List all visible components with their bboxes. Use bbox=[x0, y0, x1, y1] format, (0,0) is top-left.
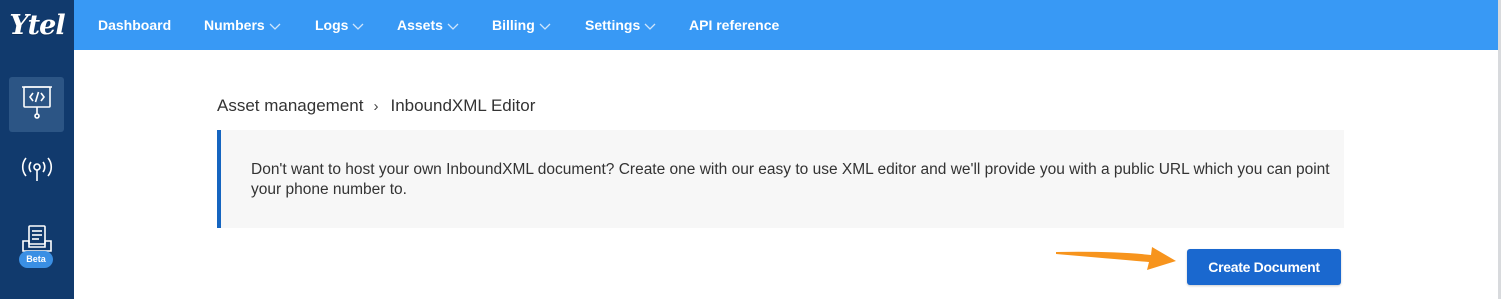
chevron-down-icon bbox=[352, 18, 364, 34]
broadcast-icon bbox=[20, 153, 54, 192]
nav-assets-label: Assets bbox=[397, 17, 443, 33]
breadcrumb: Asset management › InboundXML Editor bbox=[217, 96, 535, 116]
arrow-pointer-icon bbox=[1056, 247, 1176, 270]
chevron-down-icon bbox=[539, 18, 551, 34]
breadcrumb-parent[interactable]: Asset management bbox=[217, 96, 363, 116]
nav-assets[interactable]: Assets bbox=[397, 0, 459, 50]
nav-api-reference[interactable]: API reference bbox=[689, 0, 779, 50]
nav-dashboard[interactable]: Dashboard bbox=[98, 0, 171, 50]
nav-dashboard-label: Dashboard bbox=[98, 17, 172, 33]
breadcrumb-current: InboundXML Editor bbox=[390, 96, 536, 115]
create-document-button[interactable]: Create Document bbox=[1187, 249, 1341, 285]
main-content: Asset management › InboundXML Editor Don… bbox=[74, 50, 1498, 299]
sidebar-item-inboundxml[interactable] bbox=[9, 77, 64, 132]
nav-settings[interactable]: Settings bbox=[585, 0, 656, 50]
chevron-down-icon bbox=[269, 18, 281, 34]
info-text: Don't want to host your own InboundXML d… bbox=[251, 161, 1330, 198]
top-navigation: Dashboard Numbers Logs Assets Billing Se… bbox=[74, 0, 1498, 50]
ytel-logo[interactable]: Ytel bbox=[0, 0, 74, 50]
nav-api-reference-label: API reference bbox=[689, 17, 780, 33]
sidebar: Ytel Beta bbox=[0, 0, 74, 299]
info-callout: Don't want to host your own InboundXML d… bbox=[217, 130, 1344, 228]
logo-text: Ytel bbox=[9, 9, 65, 41]
nav-settings-label: Settings bbox=[585, 17, 641, 33]
nav-numbers-label: Numbers bbox=[204, 17, 265, 33]
nav-logs[interactable]: Logs bbox=[315, 0, 364, 50]
chevron-down-icon bbox=[447, 18, 459, 34]
chevron-down-icon bbox=[644, 18, 656, 34]
beta-badge: Beta bbox=[19, 251, 53, 268]
nav-numbers[interactable]: Numbers bbox=[204, 0, 281, 50]
nav-billing-label: Billing bbox=[492, 17, 535, 33]
sidebar-item-broadcast[interactable] bbox=[9, 145, 64, 200]
breadcrumb-separator: › bbox=[373, 97, 379, 115]
nav-billing[interactable]: Billing bbox=[492, 0, 551, 50]
nav-logs-label: Logs bbox=[315, 17, 349, 33]
presentation-code-icon bbox=[20, 83, 54, 126]
